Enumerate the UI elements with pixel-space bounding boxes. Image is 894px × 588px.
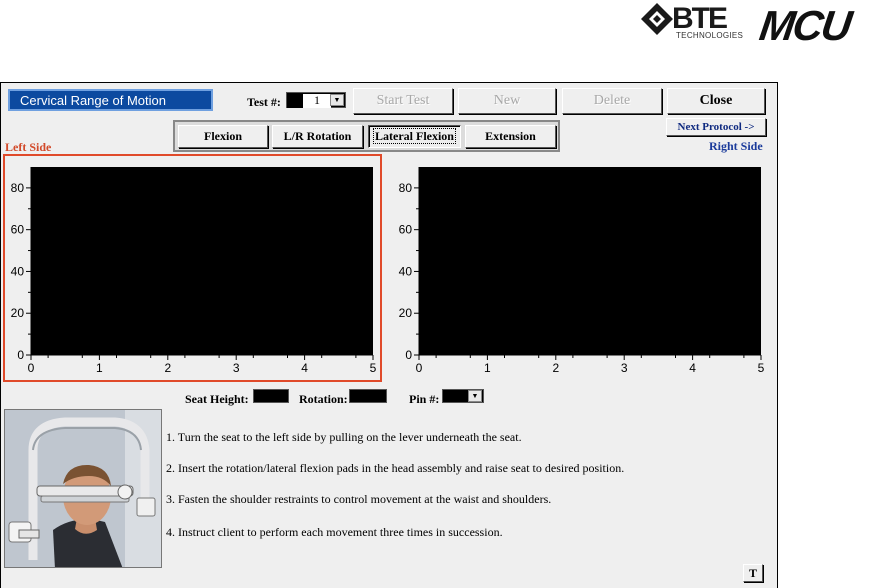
instruction-1: 1. Turn the seat to the left side by pul… (166, 430, 522, 444)
x-tick-label: 5 (758, 361, 765, 375)
x-tick-label: 0 (28, 361, 35, 375)
instruction-4: 4. Instruct client to perform each movem… (166, 525, 503, 539)
next-protocol-label: Next Protocol -> (677, 121, 755, 133)
x-tick-label: 2 (552, 361, 559, 375)
right-side-chart: 0 1 2 3 4 5 0 20 40 60 80 (393, 163, 768, 378)
patient-photo-illustration (5, 410, 161, 567)
test-number-label: Test #: (247, 95, 281, 109)
bte-logo: BTE TECHNOLOGIES (640, 2, 750, 42)
pin-number-select[interactable]: ▼ (442, 389, 484, 403)
rotation-label: Rotation: (299, 392, 348, 406)
test-number-select[interactable]: 1 ▼ (286, 92, 346, 108)
left-side-chart-svg: 0 1 2 3 4 5 0 20 40 60 80 (11, 167, 377, 375)
mcu-logo: MCU (756, 2, 854, 49)
y-tick-label: 60 (399, 223, 413, 237)
tab-lr-rotation-label: L/R Rotation (283, 129, 352, 143)
left-side-label: Left Side (5, 140, 52, 154)
left-side-chart: 0 1 2 3 4 5 0 20 40 60 80 (5, 163, 380, 378)
y-tick-label: 0 (17, 348, 24, 362)
right-side-chart-svg: 0 1 2 3 4 5 0 20 40 60 80 (399, 167, 765, 375)
chevron-down-icon[interactable]: ▼ (468, 390, 482, 402)
x-tick-label: 5 (370, 361, 377, 375)
test-number-value: 1 (287, 94, 331, 108)
y-tick-label: 40 (11, 264, 25, 278)
pin-number-label: Pin #: (409, 392, 440, 406)
x-tick-label: 3 (233, 361, 240, 375)
y-tick-label: 60 (11, 223, 25, 237)
x-tick-label: 1 (484, 361, 491, 375)
rotation-field[interactable] (349, 389, 387, 403)
x-tick-label: 0 (416, 361, 423, 375)
patient-photo (4, 409, 162, 568)
x-tick-label: 4 (689, 361, 696, 375)
tab-extension-label: Extension (485, 129, 536, 143)
tab-flexion-label: Flexion (204, 129, 242, 143)
right-side-label: Right Side (709, 139, 763, 153)
y-tick-label: 80 (399, 181, 413, 195)
instruction-2: 2. Insert the rotation/lateral flexion p… (166, 461, 625, 475)
next-protocol-button[interactable]: Next Protocol -> (666, 118, 766, 136)
y-tick-label: 20 (399, 306, 413, 320)
y-tick-label: 40 (399, 264, 413, 278)
new-label: New (493, 93, 521, 108)
t-button-label: T (748, 566, 757, 580)
start-test-button[interactable]: Start Test (353, 88, 453, 114)
x-tick-label: 3 (621, 361, 628, 375)
chart-plot-area (419, 167, 761, 355)
x-tick-label: 2 (164, 361, 171, 375)
chart-plot-area (31, 167, 373, 355)
tab-flexion[interactable]: Flexion (178, 125, 268, 148)
bte-logo-subtext: TECHNOLOGIES (676, 31, 744, 40)
x-tick-label: 1 (96, 361, 103, 375)
new-button[interactable]: New (458, 88, 556, 114)
close-button[interactable]: Close (667, 88, 765, 114)
movement-tabs: Flexion L/R Rotation Lateral Flexion Ext… (173, 120, 560, 152)
delete-button[interactable]: Delete (562, 88, 662, 114)
y-tick-label: 0 (405, 348, 412, 362)
tab-lr-rotation[interactable]: L/R Rotation (272, 125, 363, 148)
chevron-down-icon[interactable]: ▼ (330, 94, 344, 106)
close-label: Close (699, 93, 733, 108)
tab-extension[interactable]: Extension (465, 125, 556, 148)
instruction-3: 3. Fasten the shoulder restraints to con… (166, 492, 552, 506)
tab-lateral-flexion-label: Lateral Flexion (373, 128, 456, 144)
tab-lateral-flexion[interactable]: Lateral Flexion (368, 125, 461, 148)
window-title: Cervical Range of Motion (8, 89, 213, 111)
seat-height-label: Seat Height: (185, 392, 249, 406)
delete-label: Delete (593, 93, 631, 108)
y-tick-label: 80 (11, 181, 25, 195)
main-window: Cervical Range of Motion Test #: 1 ▼ Sta… (0, 82, 778, 588)
t-button[interactable]: T (743, 564, 763, 582)
x-tick-label: 4 (301, 361, 308, 375)
start-test-label: Start Test (376, 93, 430, 108)
y-tick-label: 20 (11, 306, 25, 320)
seat-height-field[interactable] (253, 389, 289, 403)
bte-diamond-icon (641, 3, 673, 35)
